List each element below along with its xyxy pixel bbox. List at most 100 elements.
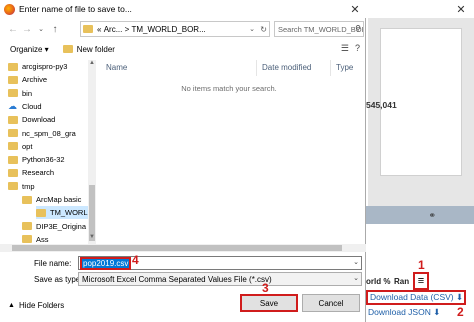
world-percent-header[interactable]: orld %	[366, 277, 390, 286]
download-csv-link[interactable]: Download Data (CSV) ⬇	[366, 290, 466, 305]
nav-item-dip3e-origina[interactable]: DIP3E_Origina	[22, 220, 96, 233]
firefox-icon	[4, 3, 15, 15]
nav-item-python36-32[interactable]: Python36-32	[8, 153, 96, 166]
nav-item-cloud[interactable]: ☁ Cloud	[8, 100, 96, 113]
help-icon[interactable]: ?	[355, 43, 360, 54]
nav-item-label: ArcMap basic	[36, 195, 82, 204]
search-icon[interactable]: ⚲	[355, 24, 361, 33]
folder-icon	[8, 182, 18, 191]
table-header-bar: ⚭	[366, 206, 474, 224]
annotation-1: 1	[418, 258, 425, 272]
nav-item-label: nc_spm_08_gra	[22, 128, 76, 138]
nav-item-tmp[interactable]: tmp	[8, 180, 96, 193]
organize-button[interactable]: Organize ▾	[10, 45, 49, 54]
chevron-down-icon[interactable]: ⌄	[249, 25, 255, 33]
dialog-close-icon[interactable]: ✕	[344, 0, 366, 18]
new-folder-button[interactable]: New folder	[62, 44, 115, 54]
address-bar[interactable]: « Arc... > TM_WORLD_BOR... ⌄ ↻	[80, 21, 270, 37]
annotation-3: 3	[262, 281, 269, 295]
nav-item-tm-world[interactable]: TM_WORLD	[36, 206, 96, 220]
folder-icon	[8, 129, 18, 137]
nav-item-label: Ass	[36, 234, 49, 244]
dialog-title: Enter name of file to save to...	[19, 4, 132, 14]
rank-header[interactable]: Ran	[394, 277, 409, 286]
folder-icon	[8, 142, 18, 151]
column-divider[interactable]	[330, 60, 331, 76]
hamburger-icon: ≡	[417, 275, 425, 287]
background-panel	[368, 18, 474, 216]
up-arrow-icon[interactable]: ↑	[48, 24, 62, 35]
file-list: Name Date modified Type No items match y…	[98, 60, 360, 250]
nav-scroll-thumb[interactable]	[89, 185, 95, 241]
new-folder-label: New folder	[76, 44, 115, 54]
horizontal-scrollbar[interactable]	[0, 244, 366, 252]
forward-arrow-icon[interactable]: →	[20, 24, 34, 35]
population-number: 545,041	[366, 100, 397, 110]
save-as-type-label: Save as type:	[34, 275, 83, 284]
column-date-modified[interactable]: Date modified	[262, 63, 311, 72]
nav-item-arcmap-basic[interactable]: ArcMap basic	[22, 193, 96, 206]
address-row: ← → ⌄ ↑ « Arc... > TM_WORLD_BOR... ⌄ ↻ S…	[0, 19, 366, 39]
nav-item-opt[interactable]: opt	[8, 140, 96, 153]
nav-item-label: Python36-32	[22, 155, 65, 165]
folder-icon	[36, 208, 46, 217]
breadcrumb-tm-world[interactable]: TM_WORLD_BOR...	[132, 25, 206, 34]
refresh-icon[interactable]: ↻	[260, 25, 267, 34]
cancel-button[interactable]: Cancel	[302, 294, 360, 312]
caret-up-icon: ▲	[8, 302, 15, 309]
folder-icon	[8, 168, 18, 177]
chevron-down-icon[interactable]: ⌄	[353, 258, 359, 266]
folder-icon	[8, 62, 18, 71]
new-folder-icon	[62, 45, 73, 53]
nav-item-archive[interactable]: Archive	[8, 73, 96, 86]
nav-item-label: arcgispro-py3	[22, 62, 68, 71]
download-json-link[interactable]: Download JSON ⬇	[368, 307, 440, 318]
scroll-down-icon[interactable]: ▼	[88, 234, 96, 240]
navigation-pane: arcgispro-py3 Archive bin ☁ Cloud Download nc_…	[0, 60, 96, 250]
recent-chevron-icon[interactable]: ⌄	[34, 25, 48, 33]
folder-icon	[22, 222, 32, 231]
save-file-dialog: Enter name of file to save to... ✕ ← → ⌄…	[0, 0, 366, 322]
column-name[interactable]: Name	[106, 63, 127, 72]
nav-item-label: Archive	[22, 75, 48, 85]
column-divider[interactable]	[256, 60, 257, 76]
folder-icon	[8, 115, 18, 124]
export-menu-button[interactable]: ≡	[413, 272, 429, 290]
save-as-type-value: Microsoft Excel Comma Separated Values F…	[82, 274, 272, 284]
chevron-down-icon[interactable]: ⌄	[353, 274, 359, 282]
hide-folders-toggle[interactable]: ▲ Hide Folders	[8, 301, 64, 310]
nav-scrollbar[interactable]: ▲ ▼	[88, 60, 96, 250]
annotation-4: 4	[132, 253, 139, 267]
nav-item-arcgispro-py3[interactable]: arcgispro-py3	[8, 60, 96, 73]
file-name-label: File name:	[34, 259, 72, 268]
file-name-value[interactable]: pop2019.csv	[80, 256, 132, 270]
save-button[interactable]: Save	[240, 294, 298, 312]
scroll-up-icon[interactable]: ▲	[88, 60, 96, 66]
file-name-field[interactable]: pop2019.csv ⌄	[78, 256, 362, 270]
folder-icon	[8, 89, 18, 98]
folder-icon	[83, 25, 93, 33]
folder-icon	[8, 155, 18, 164]
column-type[interactable]: Type	[336, 63, 353, 72]
view-controls: ☰ ?	[341, 43, 360, 54]
nav-item-label: DIP3E_Origina	[36, 221, 87, 231]
nav-item-label: bin	[22, 88, 33, 98]
annotation-2: 2	[457, 305, 464, 319]
save-as-type-select[interactable]: Microsoft Excel Comma Separated Values F…	[78, 272, 362, 286]
search-input[interactable]: Search TM_WORLD_BORDERS-0.3 ⚲	[274, 21, 364, 37]
nav-item-research[interactable]: Research	[8, 166, 96, 179]
link-icon[interactable]: ⚭	[428, 210, 436, 221]
view-options-icon[interactable]: ☰	[341, 43, 349, 54]
nav-item-bin[interactable]: bin	[8, 87, 96, 100]
empty-message: No items match your search.	[181, 84, 277, 93]
nav-item-label: Cloud	[22, 101, 42, 111]
back-arrow-icon[interactable]: ←	[6, 24, 20, 35]
dialog-titlebar: Enter name of file to save to... ✕	[0, 0, 366, 18]
nav-item-nc-spm-08-gra[interactable]: nc_spm_08_gra	[8, 127, 96, 140]
breadcrumb-arc[interactable]: Arc...	[104, 25, 123, 34]
horizontal-scroll-thumb[interactable]	[12, 245, 342, 251]
close-icon[interactable]: ✕	[448, 0, 474, 18]
nav-item-download[interactable]: Download	[8, 113, 96, 126]
cloud-icon: ☁	[8, 100, 17, 111]
folder-icon	[8, 75, 18, 84]
